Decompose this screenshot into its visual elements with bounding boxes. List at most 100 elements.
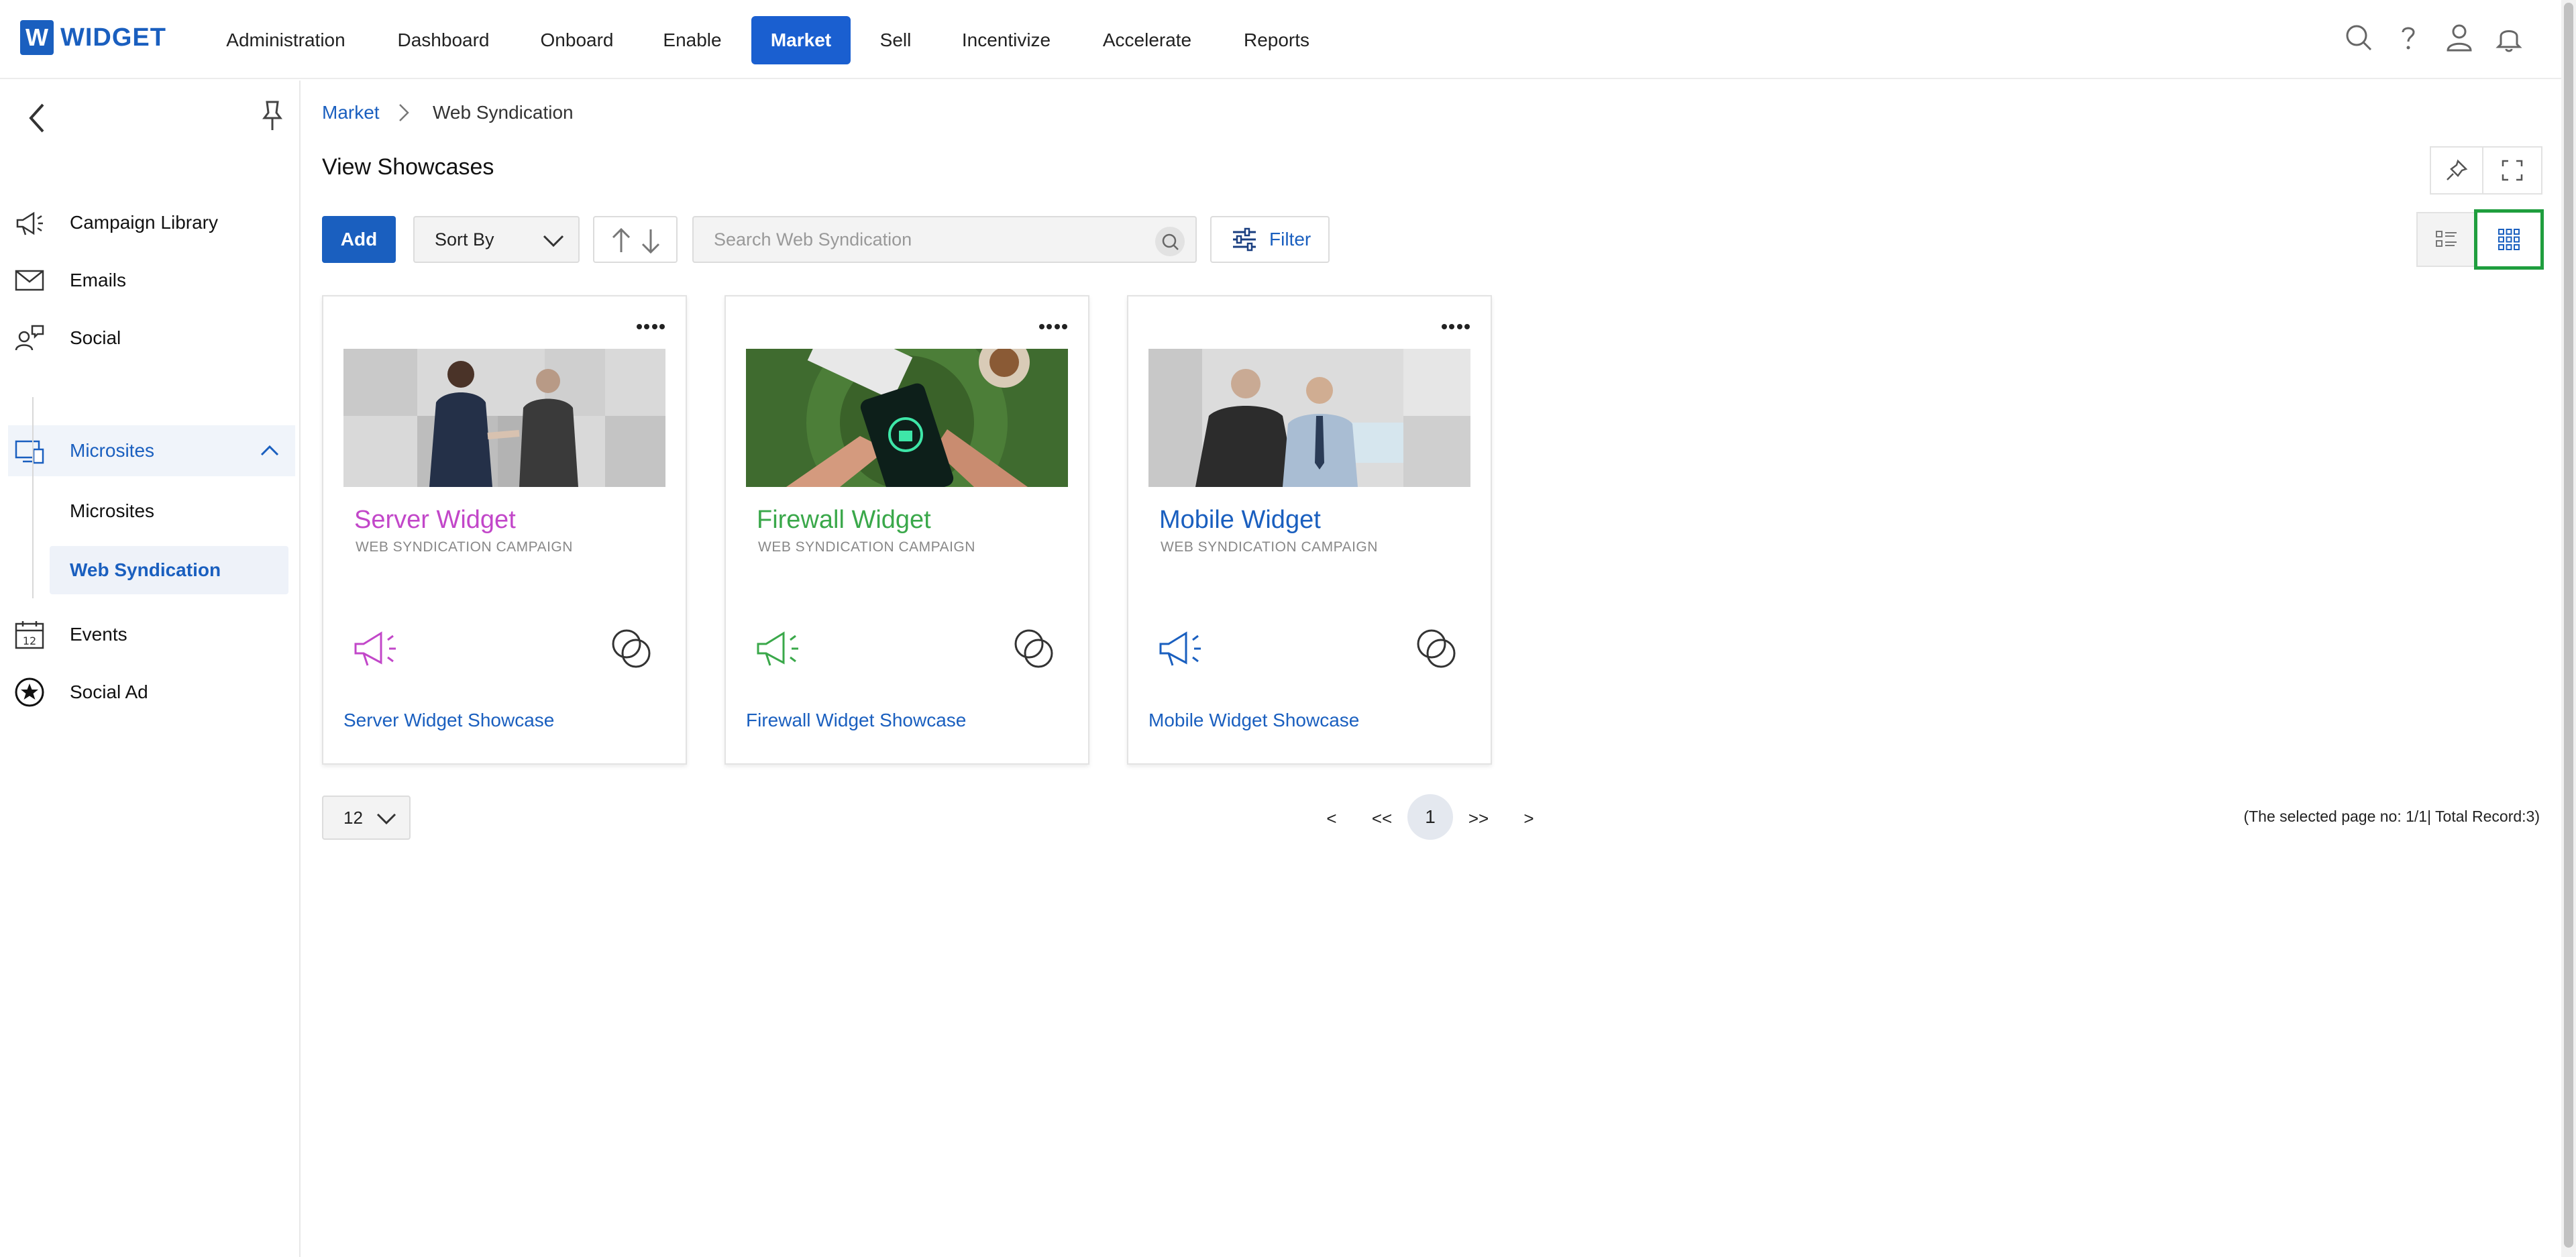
pin-page-button[interactable] — [2430, 146, 2483, 195]
app-logo[interactable]: W WIDGET — [20, 20, 166, 55]
search-placeholder: Search Web Syndication — [714, 229, 912, 250]
sidebar-item-events[interactable]: 12 Events — [0, 609, 295, 660]
pin-sidebar-icon[interactable] — [259, 99, 286, 133]
star-badge-icon — [13, 676, 46, 708]
pager-prev[interactable]: < — [1320, 798, 1343, 838]
search-input[interactable]: Search Web Syndication — [692, 216, 1197, 263]
pin-icon — [2447, 159, 2468, 180]
sidebar-item-label: Emails — [70, 270, 127, 290]
sidebar-item-label: Campaign Library — [70, 212, 218, 233]
arrow-up-icon — [612, 227, 631, 252]
sidebar-subitem-web-syndication[interactable]: Web Syndication — [50, 546, 288, 594]
sidebar-item-emails[interactable]: Emails — [0, 255, 295, 306]
arrow-down-icon — [641, 229, 660, 254]
card-subtitle: WEB SYNDICATION CAMPAIGN — [356, 539, 573, 555]
nav-accelerate[interactable]: Accelerate — [1093, 16, 1201, 64]
add-button[interactable]: Add — [322, 216, 396, 263]
pager-first[interactable]: << — [1366, 798, 1398, 838]
view-toggle-group — [2416, 209, 2544, 270]
showcase-card[interactable]: Server Widget WEB SYNDICATION CAMPAIGN S… — [322, 295, 687, 765]
help-icon[interactable] — [2394, 23, 2423, 52]
sidebar-subitem-microsites[interactable]: Microsites — [70, 486, 154, 537]
sidebar-item-campaign-library[interactable]: Campaign Library — [0, 197, 295, 248]
chevron-down-icon — [543, 235, 564, 248]
linked-rings-icon[interactable] — [1010, 625, 1057, 672]
breadcrumb-current: Web Syndication — [433, 102, 574, 123]
collapse-back-icon[interactable] — [24, 101, 51, 135]
nav-dashboard[interactable]: Dashboard — [386, 16, 500, 64]
nav-onboard[interactable]: Onboard — [530, 16, 624, 64]
notifications-bell-icon[interactable] — [2494, 23, 2524, 52]
top-navigation-bar: W WIDGET Administration Dashboard Onboar… — [0, 0, 2576, 79]
page-size-select[interactable]: 12 — [322, 796, 411, 840]
card-showcase-link[interactable]: Mobile Widget Showcase — [1148, 710, 1359, 731]
megaphone-icon — [13, 207, 46, 239]
sidebar-item-microsites[interactable]: Microsites — [8, 425, 295, 476]
megaphone-icon — [352, 624, 405, 672]
card-title[interactable]: Firewall Widget — [757, 506, 931, 535]
sidebar-item-label: Microsites — [70, 440, 155, 461]
search-icon[interactable] — [1155, 227, 1185, 256]
calendar-icon: 12 — [13, 618, 46, 651]
social-icon — [13, 322, 46, 354]
showcase-card[interactable]: Mobile Widget WEB SYNDICATION CAMPAIGN M… — [1127, 295, 1492, 765]
nav-reports[interactable]: Reports — [1233, 16, 1320, 64]
expand-icon — [2502, 160, 2523, 181]
pager-info: (The selected page no: 1/1| Total Record… — [2243, 808, 2540, 825]
sidebar-item-label: Social Ad — [70, 681, 148, 702]
sidebar-item-social[interactable]: Social — [0, 313, 295, 364]
pager-current-page[interactable]: 1 — [1407, 794, 1453, 840]
nav-incentivize[interactable]: Incentivize — [953, 16, 1060, 64]
card-showcase-link[interactable]: Firewall Widget Showcase — [746, 710, 966, 731]
nav-market[interactable]: Market — [751, 16, 851, 64]
filter-sliders-icon — [1233, 227, 1256, 252]
nav-sell[interactable]: Sell — [872, 16, 919, 64]
page-size-value: 12 — [343, 807, 363, 828]
vertical-scrollbar-thumb[interactable] — [2564, 3, 2573, 1248]
megaphone-icon — [754, 624, 808, 672]
list-view-icon — [2436, 231, 2457, 247]
svg-text:12: 12 — [23, 635, 36, 647]
more-options-icon[interactable] — [1441, 322, 1470, 331]
search-icon[interactable] — [2344, 23, 2373, 52]
sort-direction-toggle[interactable] — [593, 216, 678, 263]
breadcrumb-separator-icon — [394, 101, 413, 125]
logo-text: WIDGET — [60, 23, 166, 52]
card-title[interactable]: Mobile Widget — [1159, 506, 1321, 535]
sidebar-item-label: Events — [70, 624, 127, 645]
megaphone-icon — [1157, 624, 1210, 672]
card-thumbnail-image — [343, 349, 665, 487]
pager-next[interactable]: > — [1517, 798, 1540, 838]
card-subtitle: WEB SYNDICATION CAMPAIGN — [758, 539, 975, 555]
card-thumbnail-image — [746, 349, 1068, 487]
chevron-up-icon[interactable] — [259, 440, 280, 461]
fullscreen-button[interactable] — [2482, 146, 2542, 195]
grid-view-icon — [2498, 229, 2520, 250]
submenu-tree-line — [32, 397, 34, 598]
card-subtitle: WEB SYNDICATION CAMPAIGN — [1161, 539, 1378, 555]
pager-last[interactable]: >> — [1462, 798, 1495, 838]
nav-administration[interactable]: Administration — [213, 16, 358, 64]
sort-by-select[interactable]: Sort By — [413, 216, 580, 263]
envelope-icon — [13, 264, 46, 296]
page-title: View Showcases — [322, 154, 494, 180]
nav-enable[interactable]: Enable — [652, 16, 733, 64]
user-profile-icon[interactable] — [2445, 23, 2474, 52]
more-options-icon[interactable] — [636, 322, 665, 331]
list-view-button[interactable] — [2416, 212, 2477, 267]
sidebar-item-label: Social — [70, 327, 121, 348]
grid-view-button[interactable] — [2474, 209, 2544, 270]
filter-button[interactable]: Filter — [1210, 216, 1330, 263]
linked-rings-icon[interactable] — [608, 625, 655, 672]
card-title[interactable]: Server Widget — [354, 506, 516, 535]
logo-mark: W — [20, 20, 54, 55]
sidebar: Campaign Library Emails Social Microsite… — [0, 80, 301, 1257]
sidebar-item-social-ad[interactable]: Social Ad — [0, 667, 295, 718]
breadcrumb-market-link[interactable]: Market — [322, 102, 380, 123]
microsites-icon — [13, 435, 46, 467]
filter-label: Filter — [1269, 229, 1311, 250]
more-options-icon[interactable] — [1038, 322, 1068, 331]
showcase-card[interactable]: Firewall Widget WEB SYNDICATION CAMPAIGN… — [724, 295, 1089, 765]
linked-rings-icon[interactable] — [1413, 625, 1460, 672]
card-showcase-link[interactable]: Server Widget Showcase — [343, 710, 554, 731]
